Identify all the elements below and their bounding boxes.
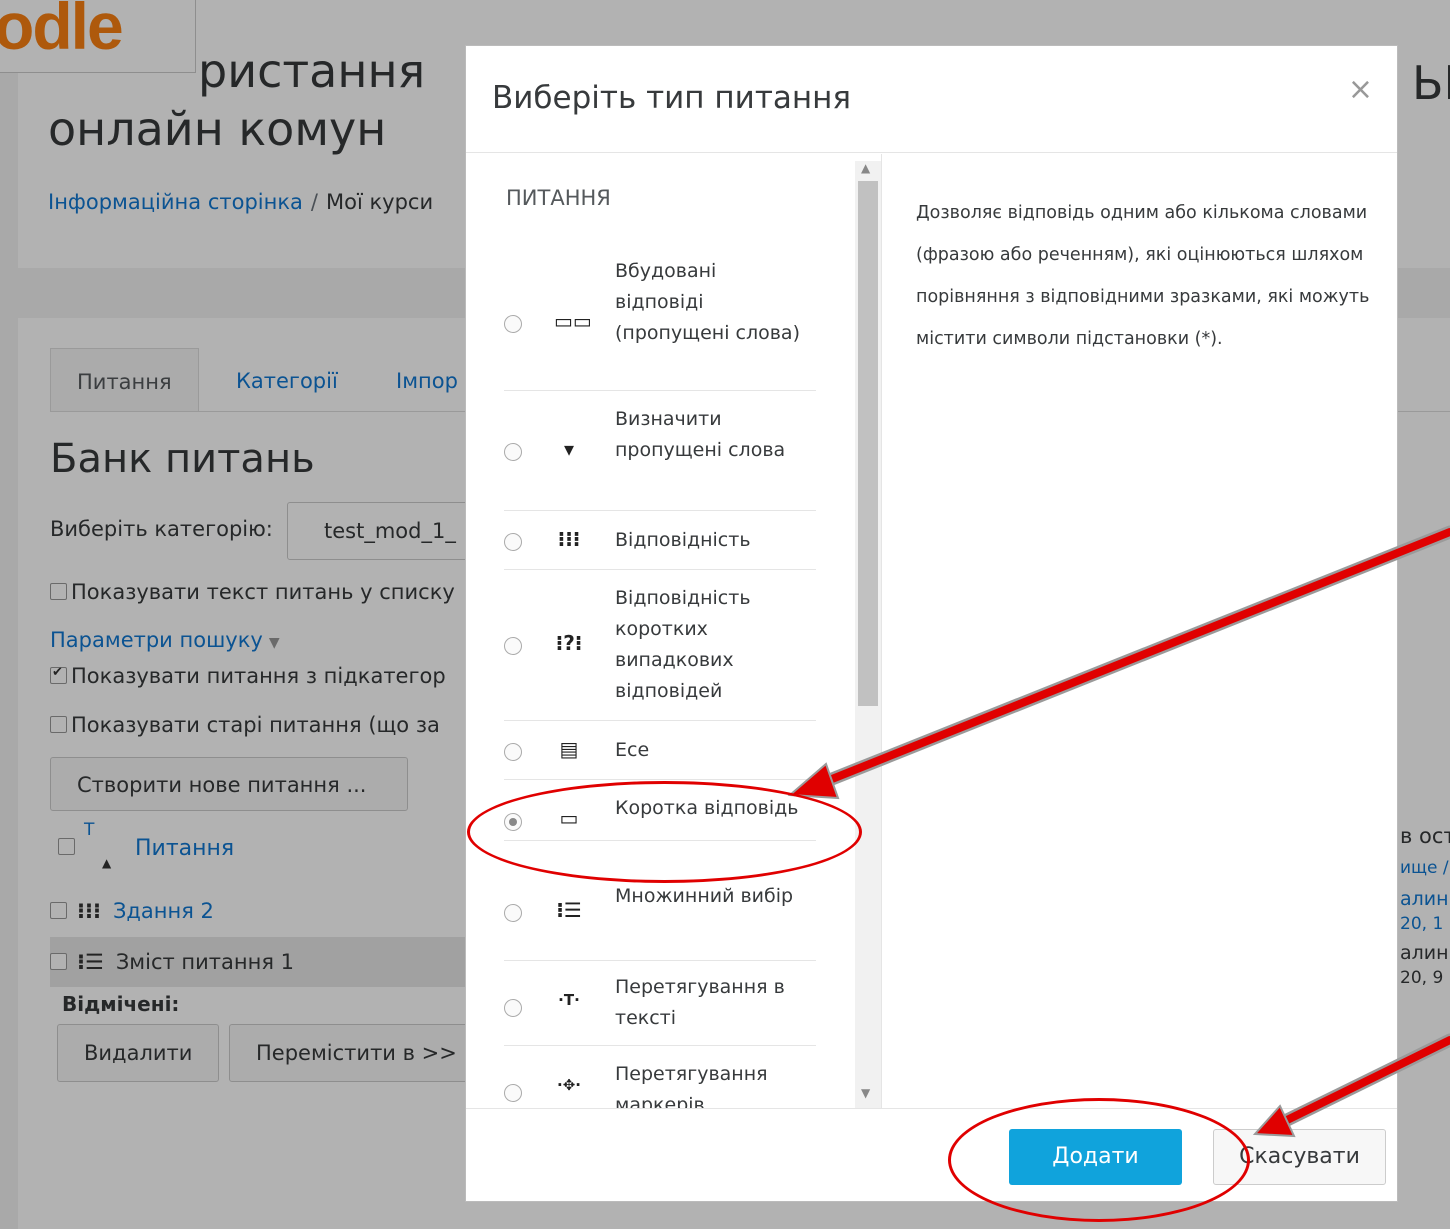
highlight-add-button-ellipse (948, 1098, 1250, 1222)
arrow-to-add-button (1252, 1033, 1450, 1138)
highlight-short-answer-ellipse (467, 781, 862, 883)
annotation-layer (787, 525, 1450, 1138)
arrow-to-short-answer (787, 525, 1450, 800)
